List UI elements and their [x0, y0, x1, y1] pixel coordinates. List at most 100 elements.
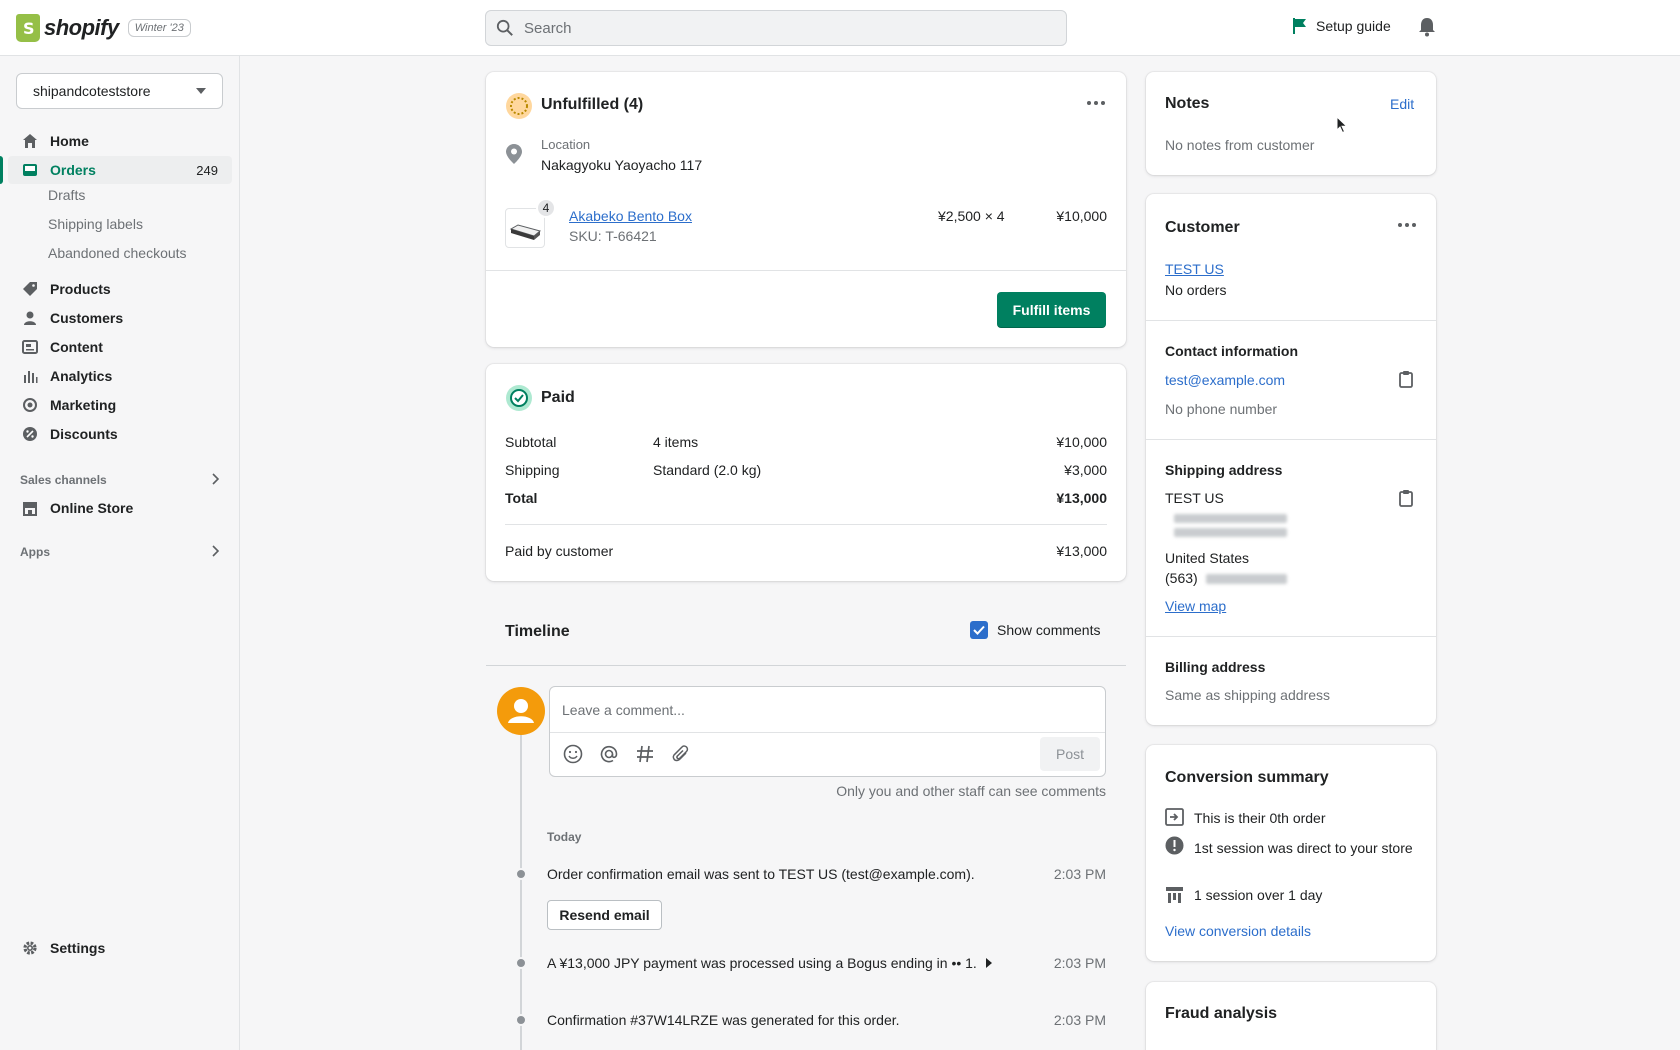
unit-price-quantity: ¥2,500 × 4	[938, 208, 1005, 224]
sidebar-subitem-abandoned-checkouts[interactable]: Abandoned checkouts	[48, 245, 187, 261]
sales-channels-header[interactable]: Sales channels	[20, 473, 220, 487]
redacted-address-line	[1174, 528, 1287, 537]
resend-email-button[interactable]: Resend email	[547, 900, 662, 930]
shipping-country: United States	[1165, 550, 1250, 566]
product-sku: SKU: T-66421	[569, 228, 657, 244]
sidebar-item-discounts[interactable]: Discounts	[8, 420, 232, 448]
staff-only-note: Only you and other staff can see comment…	[836, 783, 1106, 799]
customer-name-link[interactable]: TEST US	[1165, 261, 1224, 277]
search-icon	[496, 19, 513, 36]
caret-right-icon	[985, 958, 992, 968]
unfulfilled-status-icon	[506, 93, 532, 119]
person-icon	[22, 310, 38, 326]
timeline-line	[520, 730, 522, 1050]
copy-clipboard-icon[interactable]	[1398, 489, 1414, 507]
timeline-event-expandable[interactable]: A ¥13,000 JPY payment was processed usin…	[547, 955, 992, 971]
comment-box: Leave a comment... Post	[549, 686, 1106, 777]
fraud-analysis-title: Fraud analysis	[1165, 1005, 1278, 1022]
timeline-title: Timeline	[505, 623, 570, 640]
divider	[1146, 320, 1436, 321]
hashtag-icon[interactable]	[635, 744, 655, 764]
attachment-icon[interactable]	[671, 744, 691, 764]
sidebar-item-analytics[interactable]: Analytics	[8, 362, 232, 390]
sidebar-item-label: Content	[50, 339, 103, 355]
sidebar-item-label: Home	[50, 133, 89, 149]
customer-orders: No orders	[1165, 282, 1227, 298]
conversion-line: This is their 0th order	[1194, 810, 1326, 826]
checkbox-checked-icon	[970, 621, 988, 639]
sidebar-subitem-shipping-labels[interactable]: Shipping labels	[48, 216, 143, 232]
orders-count-badge: 249	[196, 162, 218, 178]
edition-badge: Winter '23	[127, 19, 191, 37]
product-name-link[interactable]: Akabeko Bento Box	[569, 208, 692, 224]
sidebar-item-label: Analytics	[50, 368, 113, 384]
post-button[interactable]: Post	[1040, 737, 1100, 771]
apps-header[interactable]: Apps	[20, 545, 220, 559]
sidebar: shipandcoteststore Home Orders 249 Draft…	[0, 56, 240, 1050]
fraud-analysis-card: Fraud analysis	[1146, 982, 1436, 1050]
fulfill-items-button[interactable]: Fulfill items	[997, 292, 1106, 328]
comment-input[interactable]: Leave a comment...	[562, 702, 685, 718]
show-comments-label: Show comments	[997, 622, 1101, 638]
sidebar-item-label: Orders	[50, 162, 96, 178]
sidebar-item-content[interactable]: Content	[8, 333, 232, 361]
store-selector[interactable]: shipandcoteststore	[16, 73, 223, 109]
bell-icon[interactable]	[1418, 17, 1436, 37]
sidebar-subitem-drafts[interactable]: Drafts	[48, 187, 85, 203]
setup-guide-button[interactable]: Setup guide	[1293, 18, 1391, 34]
search-placeholder: Search	[524, 19, 572, 37]
more-actions-icon[interactable]	[1087, 101, 1105, 105]
sidebar-item-customers[interactable]: Customers	[8, 304, 232, 332]
mouse-cursor-icon	[1336, 116, 1348, 134]
view-conversion-details-link[interactable]: View conversion details	[1165, 923, 1311, 939]
sidebar-item-online-store[interactable]: Online Store	[8, 494, 232, 522]
notes-body: No notes from customer	[1165, 137, 1315, 153]
paid-status-icon	[506, 385, 532, 411]
emoji-icon[interactable]	[563, 744, 583, 764]
sidebar-item-label: Online Store	[50, 500, 134, 516]
sidebar-item-marketing[interactable]: Marketing	[8, 391, 232, 419]
search-input[interactable]: Search	[485, 10, 1067, 46]
divider	[1146, 636, 1436, 637]
shipping-address-title: Shipping address	[1165, 462, 1283, 478]
line-total: ¥10,000	[1056, 208, 1107, 224]
subtotal-label: Subtotal	[505, 434, 557, 450]
shipping-amount: ¥3,000	[1064, 462, 1107, 478]
store-icon	[22, 500, 38, 516]
shopify-bag-icon	[16, 14, 40, 42]
location-pin-icon	[506, 144, 522, 164]
timeline-event-text: Confirmation #37W14LRZE was generated fo…	[547, 1012, 900, 1028]
shipping-label: Shipping	[505, 462, 560, 478]
order-history-icon	[1165, 808, 1184, 826]
sidebar-item-products[interactable]: Products	[8, 275, 232, 303]
conversion-line: 1 session over 1 day	[1194, 887, 1323, 903]
sidebar-item-home[interactable]: Home	[8, 127, 232, 155]
sales-channels-label: Sales channels	[20, 473, 107, 487]
billing-address-title: Billing address	[1165, 659, 1266, 675]
view-map-link[interactable]: View map	[1165, 598, 1226, 614]
top-bar: shopify Winter '23 Search Setup guide	[0, 0, 1680, 56]
show-comments-checkbox[interactable]: Show comments	[970, 621, 1100, 639]
total-amount: ¥13,000	[1056, 490, 1107, 506]
chevron-right-icon	[210, 473, 220, 488]
mention-icon[interactable]	[599, 744, 619, 764]
divider	[1146, 439, 1436, 440]
shipping-name: TEST US	[1165, 490, 1224, 506]
shopify-logo[interactable]: shopify Winter '23	[16, 14, 191, 42]
quantity-badge: 4	[536, 198, 556, 218]
sidebar-item-orders[interactable]: Orders 249	[0, 156, 232, 184]
unfulfilled-title: Unfulfilled (4)	[541, 96, 644, 113]
notes-edit-link[interactable]: Edit	[1390, 96, 1414, 112]
paid-title: Paid	[541, 389, 575, 406]
subtotal-amount: ¥10,000	[1056, 434, 1107, 450]
sidebar-item-settings[interactable]: Settings	[8, 934, 232, 962]
session-chart-icon	[1166, 887, 1183, 903]
redacted-phone	[1206, 574, 1287, 584]
customer-email-link[interactable]: test@example.com	[1165, 372, 1285, 388]
customer-more-actions-icon[interactable]	[1398, 223, 1416, 227]
divider	[550, 732, 1105, 733]
sidebar-item-label: Discounts	[50, 426, 118, 442]
copy-clipboard-icon[interactable]	[1398, 370, 1414, 388]
content-icon	[22, 339, 38, 355]
info-icon	[1165, 836, 1184, 855]
